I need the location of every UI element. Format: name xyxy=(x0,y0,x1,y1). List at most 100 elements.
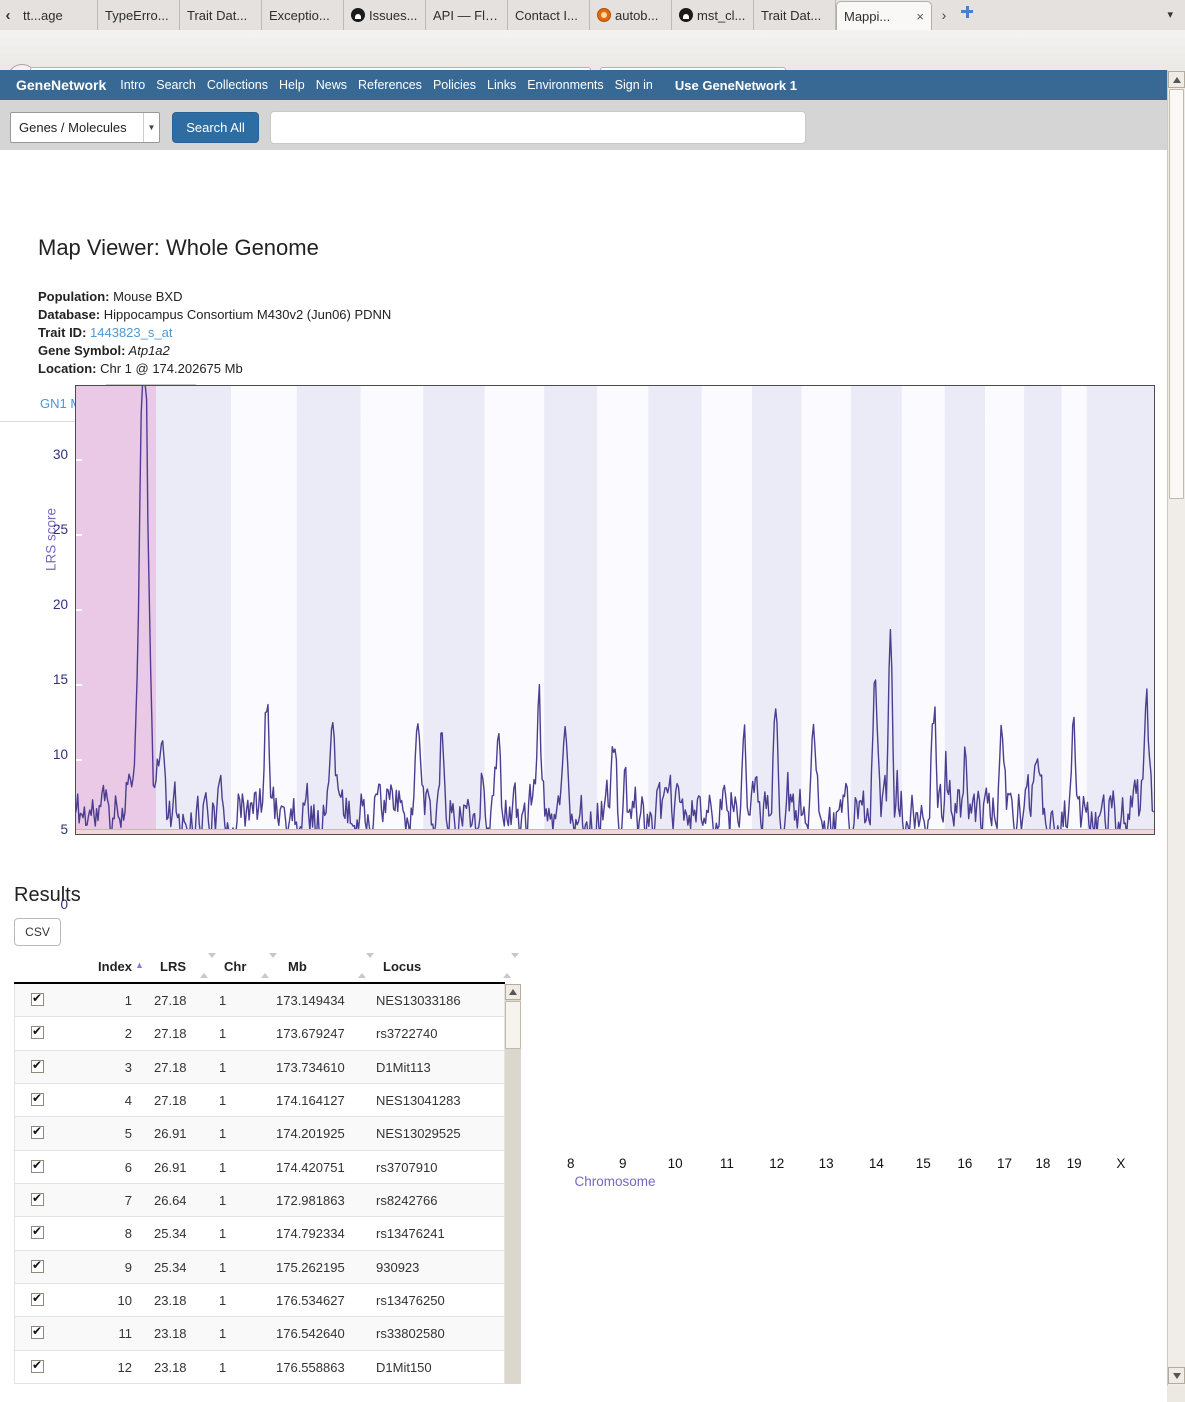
x-tick-label: 8 xyxy=(556,1156,586,1171)
column-header-index[interactable]: Index xyxy=(60,959,132,974)
cell-locus: rs33802580 xyxy=(376,1326,445,1341)
browser-tab[interactable]: Exceptio... xyxy=(262,0,344,30)
nav-item-collections[interactable]: Collections xyxy=(207,78,268,92)
sort-icon[interactable] xyxy=(200,958,209,973)
x-tick-label: 18 xyxy=(1028,1156,1058,1171)
cell-index: 6 xyxy=(74,1160,132,1175)
browser-tab-active[interactable]: Mappi...× xyxy=(836,1,932,30)
row-checkbox[interactable] xyxy=(31,1326,44,1339)
nav-item-help[interactable]: Help xyxy=(279,78,305,92)
nav-item-sign-in[interactable]: Sign in xyxy=(615,78,653,92)
cell-index: 1 xyxy=(74,993,132,1008)
browser-tab[interactable]: Issues... xyxy=(344,0,426,30)
row-checkbox[interactable] xyxy=(31,1260,44,1273)
cell-index: 9 xyxy=(74,1260,132,1275)
page: GeneNetwork Intro Search Collections Help Ne… xyxy=(0,70,1167,1386)
row-checkbox[interactable] xyxy=(31,1060,44,1073)
browser-tab[interactable]: Trait Dat... xyxy=(180,0,262,30)
github-icon xyxy=(351,8,365,22)
cell-locus: rs13476250 xyxy=(376,1293,445,1308)
table-scrollbar[interactable] xyxy=(505,984,521,1384)
row-checkbox[interactable] xyxy=(31,1193,44,1206)
browser-tab[interactable]: mst_cl... xyxy=(672,0,754,30)
new-tab-button[interactable] xyxy=(956,0,978,30)
table-row: 925.341175.262195930923 xyxy=(15,1251,504,1284)
x-tick-label: 14 xyxy=(861,1156,891,1171)
cell-mb: 173.734610 xyxy=(276,1060,345,1075)
scrollbar-corner xyxy=(1167,1386,1185,1402)
cell-chr: 1 xyxy=(219,1093,226,1108)
sort-icon[interactable] xyxy=(358,958,367,973)
browser-tab[interactable]: Contact I... xyxy=(508,0,590,30)
cell-chr: 1 xyxy=(219,1160,226,1175)
use-genenetwork1-link[interactable]: Use GeneNetwork 1 xyxy=(675,78,797,93)
y-tick-label: 10 xyxy=(40,747,68,762)
browser-toolbar: ← test-gn2.genenetwork.org/marker_regres… xyxy=(0,30,1185,71)
cell-index: 3 xyxy=(74,1060,132,1075)
browser-tab[interactable]: TypeErro... xyxy=(98,0,180,30)
trait-id-link[interactable]: 1443823_s_at xyxy=(86,325,172,340)
cell-chr: 1 xyxy=(219,1193,226,1208)
browser-window: ‹ tt...ageTypeErro...Trait Dat...Excepti… xyxy=(0,0,1185,1402)
cell-index: 7 xyxy=(74,1193,132,1208)
row-checkbox[interactable] xyxy=(31,1126,44,1139)
row-checkbox[interactable] xyxy=(31,1026,44,1039)
scroll-down-icon[interactable] xyxy=(1168,1367,1185,1384)
csv-button[interactable]: CSV xyxy=(14,918,61,946)
row-checkbox[interactable] xyxy=(31,1160,44,1173)
column-header-chr[interactable]: Chr xyxy=(224,959,246,974)
cell-locus: rs13476241 xyxy=(376,1226,445,1241)
cell-lrs: 27.18 xyxy=(154,993,187,1008)
nav-item-news[interactable]: News xyxy=(316,78,347,92)
table-scrollbar-thumb[interactable] xyxy=(505,1001,521,1049)
row-checkbox[interactable] xyxy=(31,1226,44,1239)
column-header-locus[interactable]: Locus xyxy=(383,959,421,974)
cell-locus: NES13041283 xyxy=(376,1093,461,1108)
table-row: 1023.181176.534627rs13476250 xyxy=(15,1284,504,1317)
tab-title: Trait Dat... xyxy=(761,8,828,23)
site-search-input[interactable] xyxy=(270,111,806,144)
all-tabs-caret-icon[interactable]: ▾ xyxy=(1167,8,1173,21)
tab-scroll-left-icon[interactable]: ‹ xyxy=(0,0,16,30)
sort-icon[interactable] xyxy=(261,958,270,973)
search-all-button[interactable]: Search All xyxy=(172,112,259,143)
browser-tab[interactable]: API — Fla... xyxy=(426,0,508,30)
tab-scroll-right-icon[interactable]: › xyxy=(932,0,956,30)
cell-mb: 176.534627 xyxy=(276,1293,345,1308)
nav-item-policies[interactable]: Policies xyxy=(433,78,476,92)
cell-lrs: 23.18 xyxy=(154,1360,187,1375)
scroll-up-icon[interactable] xyxy=(505,984,521,1000)
sort-asc-icon[interactable]: ▲ xyxy=(135,960,144,970)
cell-mb: 174.420751 xyxy=(276,1160,345,1175)
y-tick-label: 30 xyxy=(40,447,68,462)
column-header-lrs[interactable]: LRS xyxy=(160,959,186,974)
tab-close-icon[interactable]: × xyxy=(916,10,924,23)
nav-item-intro[interactable]: Intro xyxy=(120,78,145,92)
sort-icon[interactable] xyxy=(503,958,512,973)
browser-tab[interactable]: autob... xyxy=(590,0,672,30)
row-checkbox[interactable] xyxy=(31,1093,44,1106)
vertical-scrollbar[interactable] xyxy=(1167,70,1185,1386)
cell-mb: 173.149434 xyxy=(276,993,345,1008)
column-header-mb[interactable]: Mb xyxy=(288,959,307,974)
site-search-row: Genes / Molecules ▼ Search All xyxy=(0,100,1167,150)
trait-field-value: Mouse BXD xyxy=(110,289,183,304)
cell-mb: 176.558863 xyxy=(276,1360,345,1375)
browser-tab[interactable]: Trait Dat... xyxy=(754,0,836,30)
nav-item-references[interactable]: References xyxy=(358,78,422,92)
nav-item-links[interactable]: Links xyxy=(487,78,516,92)
scroll-up-icon[interactable] xyxy=(1168,71,1185,88)
search-category-select[interactable]: Genes / Molecules ▼ xyxy=(10,112,160,143)
row-checkbox[interactable] xyxy=(31,1293,44,1306)
nav-item-search[interactable]: Search xyxy=(156,78,196,92)
row-checkbox[interactable] xyxy=(31,1360,44,1373)
browser-tab[interactable]: tt...age xyxy=(16,0,98,30)
table-row: 427.181174.164127NES13041283 xyxy=(15,1084,504,1117)
cell-chr: 1 xyxy=(219,1260,226,1275)
vertical-scrollbar-thumb[interactable] xyxy=(1169,89,1184,499)
brand-link[interactable]: GeneNetwork xyxy=(16,77,106,93)
cell-locus: NES13033186 xyxy=(376,993,461,1008)
results-rows: 127.181173.149434NES13033186227.181173.6… xyxy=(14,984,505,1384)
nav-item-environments[interactable]: Environments xyxy=(527,78,603,92)
row-checkbox[interactable] xyxy=(31,993,44,1006)
